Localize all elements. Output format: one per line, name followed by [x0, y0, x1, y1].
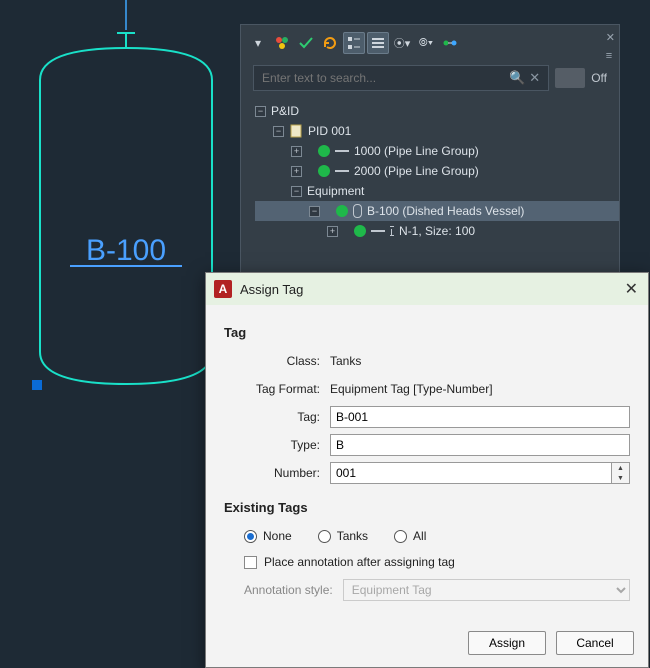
section-existing: Existing Tags — [224, 500, 630, 515]
selection-grip[interactable] — [32, 380, 42, 390]
radio-icon — [394, 530, 407, 543]
tree-nozzle[interactable]: + N-1, Size: 100 — [255, 221, 619, 241]
tree-group-2[interactable]: + 2000 (Pipe Line Group) — [255, 161, 619, 181]
number-spinner[interactable]: ▲▼ — [612, 462, 630, 484]
validate-icon[interactable] — [295, 32, 317, 54]
radio-tanks[interactable]: Tanks — [318, 529, 368, 543]
annotation-style-label: Annotation style: — [244, 583, 333, 597]
status-dot-icon — [336, 205, 348, 217]
label-tag-format: Tag Format: — [224, 382, 330, 396]
radio-icon — [244, 530, 257, 543]
list-view-icon[interactable] — [367, 32, 389, 54]
filter-icon-1[interactable]: ⦿▾ — [391, 32, 413, 54]
label-number: Number: — [224, 466, 330, 480]
search-icon[interactable]: 🔍 — [509, 70, 525, 86]
input-type[interactable] — [330, 434, 630, 456]
tree-view-icon[interactable] — [343, 32, 365, 54]
palette-icon[interactable] — [271, 32, 293, 54]
value-class: Tanks — [330, 354, 630, 368]
assign-tag-dialog: A Assign Tag ✕ Tag Class: Tanks Tag Form… — [205, 272, 649, 668]
refresh-icon[interactable] — [319, 32, 341, 54]
place-annotation-label: Place annotation after assigning tag — [264, 555, 455, 569]
vessel-label-text: B-100 — [86, 234, 166, 267]
label-type: Type: — [224, 438, 330, 452]
search-toggle-label: Off — [591, 71, 607, 85]
cancel-button[interactable]: Cancel — [556, 631, 634, 655]
radio-icon — [318, 530, 331, 543]
search-box: 🔍 ✕ — [253, 65, 549, 91]
panel-menu-icon[interactable]: ≡ — [606, 50, 615, 62]
annotation-style-row: Annotation style: Equipment Tag — [224, 579, 630, 609]
radio-all[interactable]: All — [394, 529, 426, 543]
input-number[interactable] — [330, 462, 612, 484]
close-panel-icon[interactable]: ✕ — [606, 31, 615, 44]
search-row: 🔍 ✕ Off — [241, 61, 619, 99]
dialog-titlebar: A Assign Tag ✕ — [206, 273, 648, 305]
existing-tags-radios: None Tanks All — [224, 523, 630, 553]
search-input[interactable] — [262, 71, 505, 85]
annotation-style-select: Equipment Tag — [343, 579, 630, 601]
link-icon[interactable] — [439, 32, 461, 54]
tree-equipment[interactable]: − Equipment — [255, 181, 619, 201]
search-toggle[interactable] — [555, 68, 585, 88]
app-icon: A — [214, 280, 232, 298]
status-dot-icon — [354, 225, 366, 237]
checkbox-icon[interactable] — [244, 556, 257, 569]
section-tag: Tag — [224, 325, 630, 340]
project-browser-panel: ▾ ⦿▾ ⦾▾ ✕ ≡ 🔍 ✕ Off − P&ID − PID 001 — [240, 24, 620, 284]
tree-doc[interactable]: − PID 001 — [255, 121, 619, 141]
clear-search-icon[interactable]: ✕ — [529, 70, 540, 86]
project-tree: − P&ID − PID 001 + 1000 (Pipe Line Group… — [241, 99, 619, 247]
dialog-title: Assign Tag — [240, 282, 617, 297]
status-dot-icon — [318, 145, 330, 157]
tree-group-1[interactable]: + 1000 (Pipe Line Group) — [255, 141, 619, 161]
label-class: Class: — [224, 354, 330, 368]
nozzle-icon — [390, 226, 394, 236]
input-tag[interactable] — [330, 406, 630, 428]
label-tag: Tag: — [224, 410, 330, 424]
tree-root[interactable]: − P&ID — [255, 101, 619, 121]
place-annotation-row[interactable]: Place annotation after assigning tag — [224, 553, 630, 579]
tree-vessel-selected[interactable]: − B-100 (Dished Heads Vessel) — [255, 201, 619, 221]
vessel-icon — [353, 204, 362, 218]
radio-none[interactable]: None — [244, 529, 292, 543]
close-icon[interactable]: ✕ — [625, 279, 638, 299]
document-icon — [289, 124, 303, 138]
value-tag-format: Equipment Tag [Type-Number] — [330, 382, 630, 396]
panel-toolbar: ▾ ⦿▾ ⦾▾ — [241, 25, 619, 61]
assign-button[interactable]: Assign — [468, 631, 546, 655]
filter-icon-2[interactable]: ⦾▾ — [415, 32, 437, 54]
dropdown-toolbar-icon[interactable]: ▾ — [247, 32, 269, 54]
status-dot-icon — [318, 165, 330, 177]
